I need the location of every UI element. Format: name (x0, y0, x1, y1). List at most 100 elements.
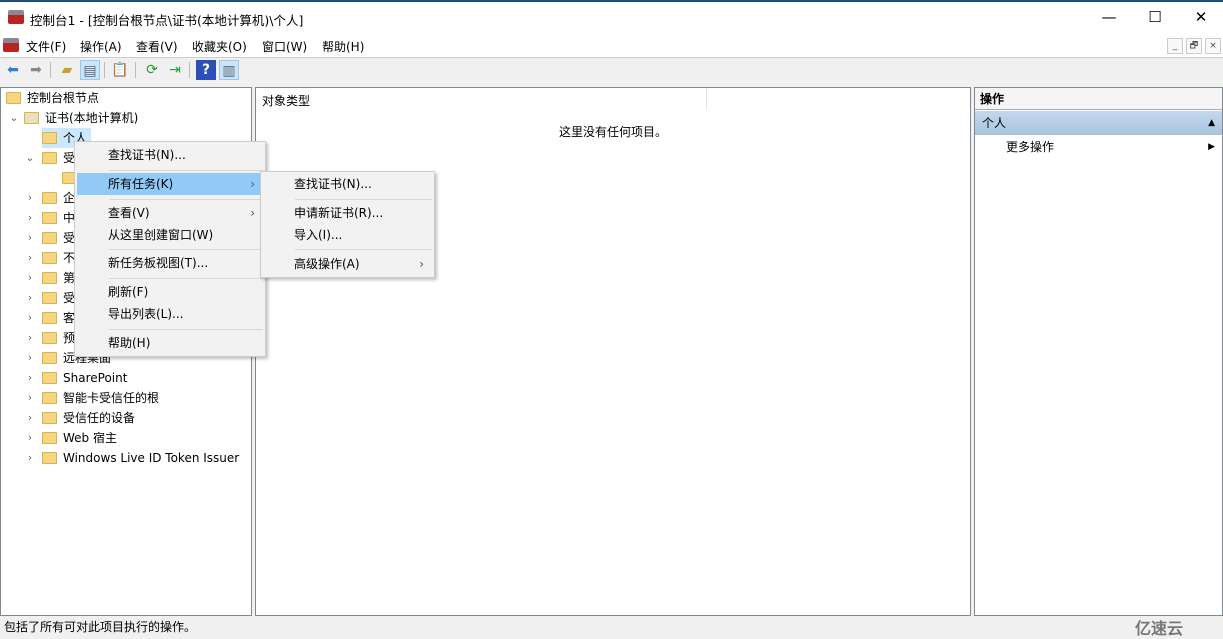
show-hide-tree-icon[interactable]: ▤ (80, 60, 100, 80)
sub-advanced-operations[interactable]: 高级操作(A) › (263, 253, 432, 275)
menu-action[interactable]: 操作(A) (80, 38, 122, 55)
ctx-label: 查看(V) (108, 206, 150, 220)
menu-window[interactable]: 窗口(W) (262, 38, 307, 55)
expand-icon[interactable]: › (24, 188, 36, 208)
folder-icon (42, 132, 57, 144)
collapse-icon[interactable]: ⌄ (8, 108, 20, 128)
toolbar-separator (135, 62, 136, 78)
folder-icon (42, 192, 57, 204)
folder-icon (42, 292, 57, 304)
ctx-help[interactable]: 帮助(H) (77, 332, 263, 354)
expand-icon[interactable]: › (24, 368, 36, 388)
collapse-icon[interactable]: ⌄ (24, 148, 36, 168)
expand-icon[interactable]: › (24, 388, 36, 408)
title-bar: 控制台1 - [控制台根节点\证书(本地计算机)\个人] — ☐ ✕ (0, 0, 1223, 33)
tree-item[interactable]: SharePoint (42, 368, 127, 388)
actions-header: 操作 (975, 88, 1222, 110)
folder-icon (42, 312, 57, 324)
up-folder-icon[interactable]: ▰ (57, 60, 77, 80)
help-icon[interactable]: ? (196, 60, 216, 80)
expand-icon[interactable]: › (24, 248, 36, 268)
menu-view[interactable]: 查看(V) (136, 38, 178, 55)
close-button[interactable]: ✕ (1178, 2, 1223, 33)
menu-favorites[interactable]: 收藏夹(O) (192, 38, 247, 55)
back-icon[interactable]: ⬅ (3, 60, 23, 80)
tree-label: 控制台根节点 (27, 91, 100, 105)
sub-request-new-certificate[interactable]: 申请新证书(R)... (263, 202, 432, 224)
expand-icon[interactable]: › (24, 208, 36, 228)
expand-icon[interactable]: › (24, 228, 36, 248)
ctx-label: 所有任务(K) (108, 177, 174, 191)
more-actions-item[interactable]: 更多操作 ▶ (975, 136, 1222, 158)
expand-icon[interactable]: › (24, 308, 36, 328)
mmc-app-icon (8, 10, 24, 24)
menu-separator (109, 278, 263, 279)
toolbar-separator (104, 62, 105, 78)
context-menu: 查找证书(N)... 所有任务(K) › 查看(V) › 从这里创建窗口(W) 新任… (74, 141, 266, 357)
ctx-find-certificates[interactable]: 查找证书(N)... (77, 144, 263, 166)
window-title: 控制台1 - [控制台根节点\证书(本地计算机)\个人] (30, 13, 304, 28)
tree-item[interactable]: 智能卡受信任的根 (42, 388, 159, 408)
tree-label: 证书(本地计算机) (45, 111, 139, 125)
show-hide-action-pane-icon[interactable]: ▥ (219, 60, 239, 80)
ctx-new-taskpad[interactable]: 新任务板视图(T)... (77, 252, 263, 274)
console-icon[interactable] (3, 38, 19, 52)
collapse-up-icon[interactable]: ▲ (1208, 111, 1215, 135)
tree-certificates-node[interactable]: 证书(本地计算机) (24, 108, 138, 128)
actions-pane: 操作 个人 ▲ 更多操作 ▶ (974, 87, 1223, 616)
mdi-minimize-button[interactable]: _ (1167, 38, 1183, 54)
result-pane: 对象类型 这里没有任何项目。 (255, 87, 971, 616)
expand-icon[interactable]: › (24, 328, 36, 348)
expand-icon[interactable]: › (24, 348, 36, 368)
ctx-view[interactable]: 查看(V) › (77, 202, 263, 224)
refresh-icon[interactable]: ⟳ (142, 60, 162, 80)
ctx-export-list[interactable]: 导出列表(L)... (77, 303, 263, 325)
forward-icon[interactable]: ➡ (26, 60, 46, 80)
menu-separator (109, 249, 263, 250)
folder-icon (42, 272, 57, 284)
folder-icon (42, 452, 57, 464)
ctx-new-window[interactable]: 从这里创建窗口(W) (77, 224, 263, 246)
sub-find-certificates[interactable]: 查找证书(N)... (263, 173, 432, 195)
certificate-snapin-icon (24, 112, 39, 124)
folder-icon (6, 92, 21, 104)
menu-help[interactable]: 帮助(H) (322, 38, 364, 55)
expand-icon[interactable]: › (24, 408, 36, 428)
sub-import[interactable]: 导入(I)... (263, 224, 432, 246)
folder-icon (42, 332, 57, 344)
column-divider[interactable] (706, 88, 707, 110)
all-tasks-submenu: 查找证书(N)... 申请新证书(R)... 导入(I)... 高级操作(A) › (260, 171, 435, 278)
folder-icon (42, 372, 57, 384)
ctx-all-tasks[interactable]: 所有任务(K) › (77, 173, 263, 195)
tree-label: Web 宿主 (63, 431, 117, 445)
maximize-button[interactable]: ☐ (1132, 2, 1178, 33)
expand-icon[interactable]: › (24, 268, 36, 288)
menu-separator (295, 249, 432, 250)
expand-icon[interactable]: › (24, 448, 36, 468)
mdi-close-button[interactable]: × (1205, 38, 1221, 54)
submenu-arrow-icon: › (250, 177, 255, 191)
folder-icon (42, 232, 57, 244)
expand-icon[interactable]: › (24, 288, 36, 308)
column-header-object-type[interactable]: 对象类型 (262, 92, 310, 109)
mdi-restore-button[interactable]: 🗗 (1186, 38, 1202, 54)
submenu-arrow-icon: ▶ (1208, 142, 1215, 152)
menu-separator (109, 329, 263, 330)
tree-label: 智能卡受信任的根 (63, 391, 160, 405)
ctx-refresh[interactable]: 刷新(F) (77, 281, 263, 303)
tree-item[interactable]: 受信任的设备 (42, 408, 135, 428)
folder-icon (42, 252, 57, 264)
actions-section-personal[interactable]: 个人 ▲ (975, 111, 1222, 135)
folder-icon (42, 352, 57, 364)
export-list-icon[interactable]: ⇥ (165, 60, 185, 80)
tree-item[interactable]: Windows Live ID Token Issuer (42, 448, 239, 468)
tree-root[interactable]: 控制台根节点 (6, 88, 99, 108)
menu-file[interactable]: 文件(F) (26, 38, 66, 55)
watermark-logo: 亿速云 (1135, 619, 1184, 638)
folder-icon (42, 412, 57, 424)
tree-item[interactable]: Web 宿主 (42, 428, 117, 448)
minimize-button[interactable]: — (1086, 2, 1132, 33)
expand-icon[interactable]: › (24, 428, 36, 448)
properties-icon[interactable]: 📋 (110, 60, 130, 80)
menu-separator (295, 199, 432, 200)
